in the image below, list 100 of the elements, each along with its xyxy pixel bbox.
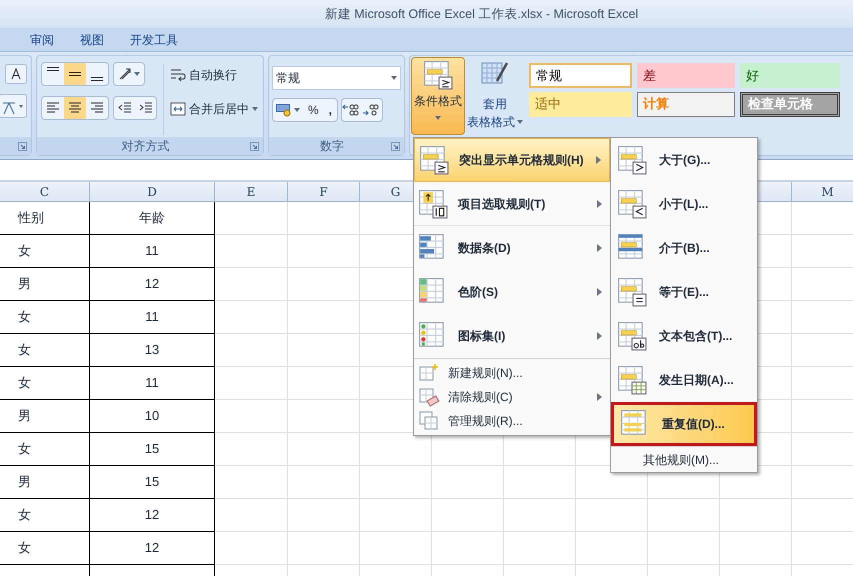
caret-icon (252, 107, 258, 111)
vertical-align-icon (91, 77, 103, 81)
submenu-arrow-icon (597, 288, 602, 296)
column-header[interactable]: C (0, 182, 90, 201)
rule-icon (418, 410, 440, 432)
submenu-arrow-icon (597, 393, 602, 401)
caret-icon (517, 120, 523, 124)
caret-icon (435, 116, 441, 120)
comma-button[interactable]: , (324, 99, 338, 121)
table-cell: 11 (90, 235, 215, 268)
money-icon (276, 103, 292, 117)
table-cell: 女 (0, 433, 90, 466)
table-cell: 12 (90, 499, 215, 532)
menu-item[interactable]: 文本包含(T)... (611, 314, 757, 358)
menu-item[interactable]: 图标集(I) (414, 314, 610, 358)
column-header[interactable]: F (288, 182, 360, 201)
group-label: 对齐方式 (120, 138, 170, 155)
rule-icon (617, 321, 647, 351)
table-cell: 女 (0, 235, 90, 268)
dialog-launcher-icon[interactable] (391, 142, 400, 150)
rule-icon (617, 145, 647, 175)
submenu-arrow-icon (597, 244, 602, 252)
vertical-align-icon (47, 67, 59, 71)
ribbon-tab[interactable]: 审阅 (24, 28, 60, 50)
vertical-align-button[interactable] (64, 63, 86, 85)
cell-style-swatch[interactable]: 适中 (529, 92, 632, 116)
font-size-icon[interactable] (5, 64, 27, 84)
dialog-launcher-icon[interactable] (250, 142, 259, 150)
menu-item[interactable]: 介于(B)... (611, 226, 757, 270)
rule-icon (418, 188, 448, 218)
table-cell: 女 (0, 334, 90, 367)
menu-item[interactable]: 清除规则(C) (414, 385, 610, 409)
table-cell: 15 (90, 433, 215, 466)
caret-icon (391, 76, 397, 80)
submenu-arrow-icon (597, 200, 602, 208)
ribbon-tab[interactable]: 开发工具 (124, 28, 184, 50)
menu-item[interactable]: 小于(L)... (611, 182, 757, 226)
rule-icon (419, 145, 449, 175)
column-header[interactable]: D (90, 182, 215, 201)
menu-item[interactable]: 发生日期(A)... (611, 358, 757, 402)
table-cell: 女 (0, 301, 90, 334)
table-cell: 13 (90, 334, 215, 367)
table-cell: 11 (90, 367, 215, 400)
group-label: 数字 (319, 138, 345, 155)
column-header[interactable]: M (792, 182, 853, 201)
table-cell: 年龄 (90, 202, 215, 235)
menu-item[interactable]: 色阶(S) (414, 270, 610, 314)
menu-item[interactable]: 数据条(D) (414, 226, 610, 270)
merge-cells-icon (170, 101, 186, 117)
menu-item[interactable]: 大于(G)... (611, 138, 757, 182)
table-cell: 12 (90, 268, 215, 301)
rule-icon (617, 365, 647, 395)
menu-item[interactable]: 突出显示单元格规则(H) (414, 138, 610, 182)
vertical-align-icon (69, 72, 81, 76)
table-cell: 女 (0, 532, 90, 565)
conditional-format-button[interactable]: 条件格式 (411, 57, 465, 135)
table-cell: 男 (0, 466, 90, 499)
table-format-button[interactable]: 套用 表格格式 (465, 57, 525, 135)
submenu-arrow-icon (597, 332, 602, 340)
menu-item[interactable]: 项目选取规则(T) (414, 182, 610, 226)
submenu-arrow-icon (596, 156, 601, 164)
merge-center-button[interactable]: 合并后居中 (170, 98, 258, 120)
indent-button[interactable] (113, 96, 157, 120)
percent-button[interactable]: % (303, 99, 324, 121)
table-cell: 性别 (0, 202, 90, 235)
table-cell: 10 (90, 400, 215, 433)
wrap-text-button[interactable]: 自动换行 (170, 64, 258, 86)
dialog-launcher-icon[interactable] (18, 142, 27, 150)
table-cell: 12 (90, 532, 215, 565)
table-cell: 11 (90, 301, 215, 334)
horizontal-align-button[interactable] (64, 97, 86, 119)
table-cell: 男 (0, 268, 90, 301)
wrap-text-icon (170, 67, 186, 83)
caret-icon (134, 72, 140, 76)
rule-icon (617, 277, 647, 307)
number-format-dropdown[interactable]: 常规 (272, 66, 401, 90)
conditional-format-icon (423, 60, 453, 90)
menu-item[interactable]: 管理规则(R)... (414, 409, 610, 433)
orientation-button[interactable] (113, 62, 145, 86)
caret-icon (294, 108, 300, 112)
phonetic-icon[interactable] (0, 94, 27, 118)
ribbon-tab[interactable]: 视图 (74, 28, 110, 50)
cell-style-swatch[interactable]: 差 (637, 63, 735, 88)
menu-item[interactable]: 新建规则(N)... (414, 361, 610, 385)
slanted-text-icon (118, 67, 132, 81)
increase-indent-icon (138, 101, 152, 115)
window-title: 新建 Microsoft Office Excel 工作表.xlsx - Microsoft Excel (324, 6, 638, 23)
table-cell: 女 (0, 499, 90, 532)
table-cell: 女 (0, 367, 90, 400)
decrease-indent-icon (118, 101, 132, 115)
rule-icon (617, 189, 647, 219)
cell-style-swatch[interactable]: 常规 (529, 63, 632, 88)
column-header[interactable]: E (215, 182, 288, 201)
menu-item[interactable]: 其他规则(M)... (643, 450, 719, 468)
rule-icon (418, 386, 440, 408)
menu-item[interactable]: 等于(E)... (611, 270, 757, 314)
menu-item[interactable]: 重复值(D)... (611, 402, 757, 446)
table-cell: 15 (90, 466, 215, 499)
cell-style-swatch[interactable]: 好 (740, 63, 840, 88)
table-cell: 男 (0, 400, 90, 433)
